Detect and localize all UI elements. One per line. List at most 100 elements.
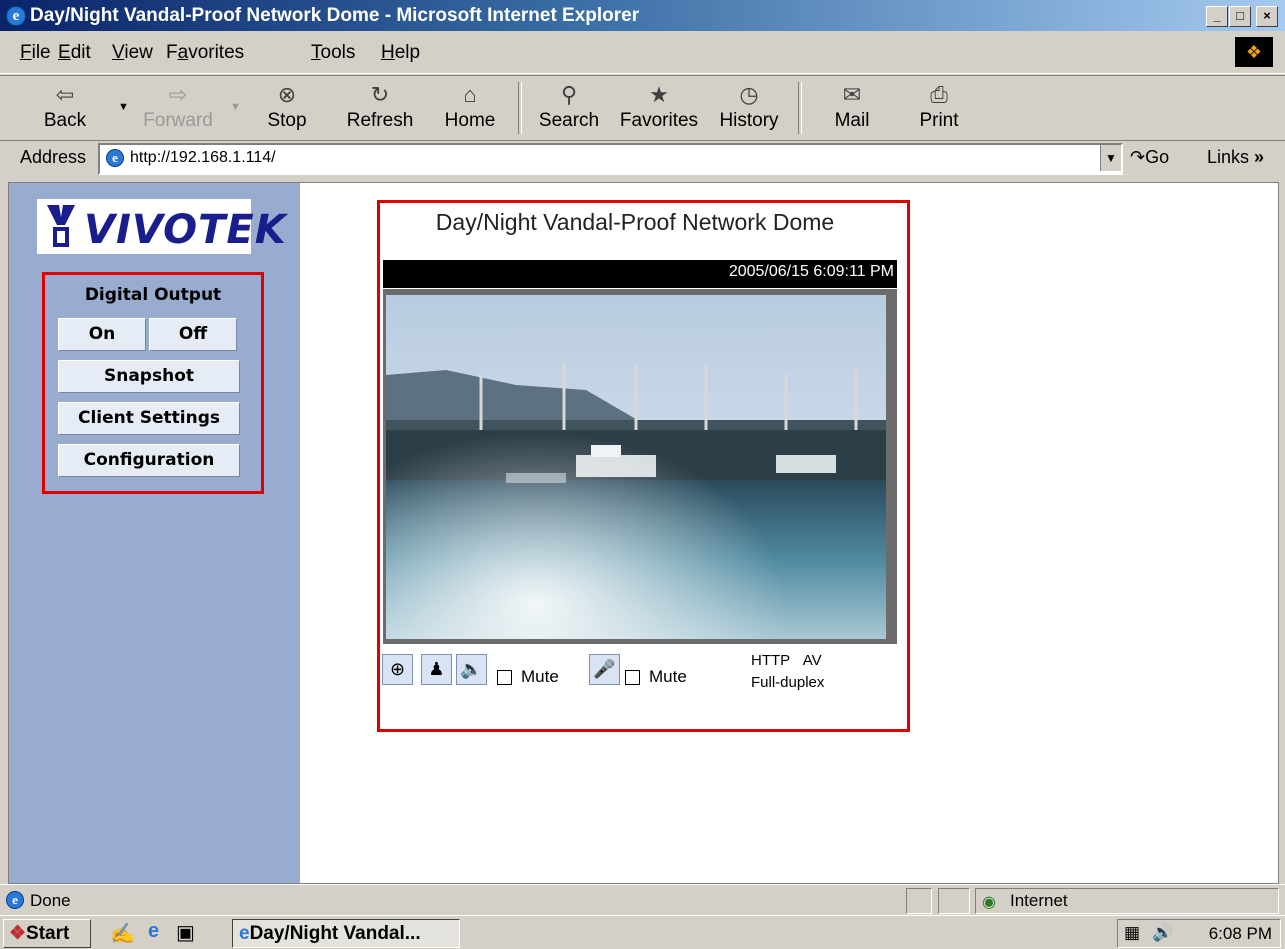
clock: 6:08 PM xyxy=(1208,924,1272,943)
quick-launch-desktop-icon[interactable]: ▣ xyxy=(176,920,195,945)
refresh-icon: ↻ xyxy=(370,82,390,107)
go-arrow-icon: ↷ xyxy=(1130,147,1146,167)
back-button[interactable]: ⇦ Back xyxy=(40,80,90,132)
forward-label: Forward xyxy=(143,110,213,131)
speaker-mute-checkbox[interactable] xyxy=(497,670,512,685)
protocol-text: HTTP xyxy=(751,652,791,669)
harbor-scene-image xyxy=(386,295,886,639)
network-icon[interactable]: ▦ xyxy=(1124,923,1140,943)
system-tray: ▦ 🔊 6:08 PM xyxy=(1117,919,1281,948)
zoom-icon[interactable]: ⊕ xyxy=(382,654,413,685)
back-label: Back xyxy=(43,110,87,131)
forward-arrow-icon: ⇨ xyxy=(168,82,188,107)
volume-icon[interactable]: 🔊 xyxy=(1152,923,1173,943)
address-label: Address xyxy=(20,147,87,167)
search-label: Search xyxy=(538,110,600,131)
stop-icon: ⊗ xyxy=(277,82,297,107)
maximize-button[interactable]: □ xyxy=(1229,6,1251,27)
start-label: Start xyxy=(26,923,70,944)
snapshot-button[interactable]: Snapshot xyxy=(58,360,240,393)
favorites-button[interactable]: ★ Favorites xyxy=(617,80,701,132)
menu-edit[interactable]: Edit xyxy=(58,42,91,64)
menu-tools[interactable]: Tools xyxy=(311,42,355,64)
timestamp-bar: 2005/06/15 6:09:11 PM xyxy=(383,260,897,288)
minimize-button[interactable]: _ xyxy=(1206,6,1228,27)
start-button[interactable]: ❖Start xyxy=(3,919,91,948)
video-panel: Day/Night Vandal-Proof Network Dome 2005… xyxy=(377,200,910,732)
toolbar-separator xyxy=(518,82,522,134)
ie-task-icon: e xyxy=(239,923,250,944)
menu-help[interactable]: Help xyxy=(381,42,420,64)
refresh-button[interactable]: ↻ Refresh xyxy=(344,80,416,132)
task-label: Day/Night Vandal... xyxy=(249,923,421,944)
history-icon: ◷ xyxy=(739,82,759,107)
mail-icon: ✉ xyxy=(842,82,862,107)
logo-text: VIVOTEK xyxy=(84,207,287,253)
client-settings-button[interactable]: Client Settings xyxy=(58,402,240,435)
camera-title: Day/Night Vandal-Proof Network Dome xyxy=(435,209,835,235)
windows-logo-icon: ❖ xyxy=(1235,37,1273,67)
mail-label: Mail xyxy=(834,110,870,131)
favorites-label: Favorites xyxy=(619,110,699,131)
address-bar: Address e http://192.168.1.114/ ▼ ↷Go Li… xyxy=(0,141,1285,177)
home-button[interactable]: ⌂ Home xyxy=(442,80,498,132)
live-video[interactable] xyxy=(386,295,886,639)
go-label: Go xyxy=(1145,147,1170,167)
configuration-button[interactable]: Configuration xyxy=(58,444,240,477)
menu-file[interactable]: File xyxy=(20,42,51,64)
toolbar-separator xyxy=(798,82,802,134)
mail-button[interactable]: ✉ Mail xyxy=(824,80,880,132)
microphone-icon[interactable]: 🎤 xyxy=(589,654,620,685)
status-text: Done xyxy=(30,891,71,910)
taskbar-window-button[interactable]: eDay/Night Vandal... xyxy=(232,919,460,948)
digital-output-label: Digital Output xyxy=(84,285,222,305)
off-button[interactable]: Off xyxy=(149,318,237,351)
links-label: Links xyxy=(1207,147,1250,167)
title-bar[interactable]: e Day/Night Vandal-Proof Network Dome - … xyxy=(0,0,1285,31)
home-label: Home xyxy=(444,110,496,131)
go-button[interactable]: ↷Go xyxy=(1130,147,1169,168)
back-dropdown-icon[interactable]: ▼ xyxy=(118,101,129,113)
status-panel xyxy=(906,888,932,914)
zone-label: Internet xyxy=(1010,891,1068,910)
address-dropdown-icon[interactable]: ▼ xyxy=(1100,145,1121,171)
history-button[interactable]: ◷ History xyxy=(716,80,782,132)
print-button[interactable]: ⎙ Print xyxy=(916,80,962,132)
mic-mute-checkbox[interactable] xyxy=(625,670,640,685)
status-panel xyxy=(938,888,970,914)
menu-favorites[interactable]: Favorites xyxy=(166,42,244,64)
ie-icon: e xyxy=(6,6,26,26)
menu-view[interactable]: View xyxy=(112,42,153,64)
duplex-label: Full-duplex xyxy=(751,674,825,691)
stop-label: Stop xyxy=(267,110,307,131)
address-url: http://192.168.1.114/ xyxy=(130,149,276,166)
forward-button[interactable]: ⇨ Forward xyxy=(140,80,216,132)
on-button[interactable]: On xyxy=(58,318,146,351)
home-icon: ⌂ xyxy=(463,82,477,107)
print-label: Print xyxy=(919,110,959,131)
forward-dropdown-icon[interactable]: ▼ xyxy=(230,101,241,113)
favorites-folder-icon: ★ xyxy=(649,82,669,107)
protocol-label: HTTP AV xyxy=(751,652,822,669)
speaker-mute-label: Mute xyxy=(521,667,559,686)
quick-launch-edit-icon[interactable]: ✍ xyxy=(110,921,135,946)
control-panel: Digital Output On Off Snapshot Client Se… xyxy=(42,272,264,494)
speaker-icon[interactable]: 🔈 xyxy=(456,654,487,685)
browser-content: VIVOTEK Digital Output On Off Snapshot C… xyxy=(8,182,1279,884)
links-button[interactable]: Links » xyxy=(1207,147,1264,168)
toolbar: ⇦ Back ▼ ⇨ Forward ▼ ⊗ Stop ↻ Refresh ⌂ … xyxy=(0,75,1285,141)
window-title: Day/Night Vandal-Proof Network Dome - Mi… xyxy=(30,5,640,26)
status-bar: e Done ◉ Internet xyxy=(0,884,1285,915)
quick-launch-ie-icon[interactable]: e xyxy=(148,920,159,943)
stream-text: AV xyxy=(802,652,822,669)
stop-button[interactable]: ⊗ Stop xyxy=(262,80,312,132)
search-button[interactable]: ⚲ Search xyxy=(536,80,602,132)
chevron-right-icon: » xyxy=(1254,147,1265,167)
page-icon: e xyxy=(106,149,124,167)
talk-icon[interactable]: ♟ xyxy=(421,654,452,685)
address-input[interactable]: e http://192.168.1.114/ ▼ xyxy=(98,143,1123,175)
close-button[interactable]: × xyxy=(1256,6,1278,27)
video-frame xyxy=(383,289,897,644)
page-done-icon: e xyxy=(6,891,24,909)
refresh-label: Refresh xyxy=(346,110,414,131)
